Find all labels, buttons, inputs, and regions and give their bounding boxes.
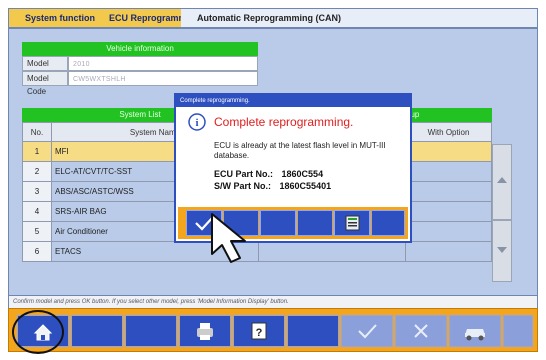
sw-part-label: S/W Part No.: [214, 181, 272, 191]
toolbar-button-6[interactable] [287, 315, 339, 347]
model-code-label: Model Code [22, 71, 68, 96]
row-no: 2 [22, 161, 52, 182]
ecu-part-value: 1860C554 [281, 169, 324, 179]
scroll-down-button[interactable] [492, 220, 512, 282]
info-icon: i [188, 113, 206, 131]
vehicle-info-header: Vehicle information [22, 42, 258, 56]
model-year-field: 2010 [68, 56, 258, 71]
row-no: 6 [22, 241, 52, 262]
row-no: 1 [22, 141, 52, 162]
dialog-message: ECU is already at the latest flash level… [214, 141, 386, 160]
scroll-down-icon [497, 247, 507, 253]
tab-automatic-reprogramming[interactable]: Automatic Reprogramming (CAN) [181, 9, 387, 27]
dialog-title: Complete reprogramming. [176, 95, 410, 107]
model-info-display-button[interactable] [449, 315, 501, 347]
function-tab-bar: System function ECU Reprogramming Automa… [8, 8, 538, 28]
model-year-label: Model Year [22, 56, 68, 81]
toolbar-button-3[interactable] [125, 315, 177, 347]
cancel-button[interactable] [395, 315, 447, 347]
mouse-pointer-icon [211, 213, 246, 263]
row-option [258, 241, 406, 262]
row-with-option [405, 141, 492, 162]
row-no: 5 [22, 221, 52, 242]
svg-text:i: i [195, 117, 198, 129]
bottom-toolbar: ? [8, 308, 538, 352]
dialog-list-button[interactable] [334, 210, 370, 236]
scroll-up-button[interactable] [492, 144, 512, 220]
ecu-part-line: ECU Part No.: 1860C554 [214, 169, 323, 179]
model-year-value: 2010 [73, 61, 90, 68]
dialog-heading: Complete reprogramming. [214, 115, 354, 129]
row-with-option [405, 181, 492, 202]
model-code-field: CW5WXTSHLH [68, 71, 258, 86]
sw-part-value: 1860C55401 [279, 181, 332, 191]
row-no: 3 [22, 181, 52, 202]
car-icon [465, 329, 485, 341]
svg-text:?: ? [256, 327, 263, 339]
row-no: 4 [22, 201, 52, 222]
ecu-part-label: ECU Part No.: [214, 169, 274, 179]
printer-icon [197, 323, 213, 340]
col-with-option: With Option [405, 122, 492, 142]
status-bar: Confirm model and press OK button. If yo… [8, 296, 538, 308]
row-with-option [405, 161, 492, 182]
model-code-value: CW5WXTSHLH [73, 76, 126, 83]
row-with-option [405, 201, 492, 222]
sw-part-line: S/W Part No.: 1860C55401 [214, 181, 331, 191]
dialog-button-6[interactable] [371, 210, 405, 236]
toolbar-button-2[interactable] [71, 315, 123, 347]
row-with-option [405, 241, 492, 262]
row-with-option [405, 221, 492, 242]
cancel-icon [414, 324, 428, 338]
help-icon: ? [251, 322, 267, 340]
print-button[interactable] [179, 315, 231, 347]
toolbar-button-10[interactable] [503, 315, 533, 347]
col-no: No. [22, 122, 52, 142]
list-icon [345, 215, 360, 231]
dialog-button-4[interactable] [297, 210, 333, 236]
check-icon [358, 324, 377, 339]
highlight-circle [12, 310, 64, 354]
help-button[interactable]: ? [233, 315, 285, 347]
scroll-up-icon [497, 177, 507, 183]
ok-button[interactable] [341, 315, 393, 347]
